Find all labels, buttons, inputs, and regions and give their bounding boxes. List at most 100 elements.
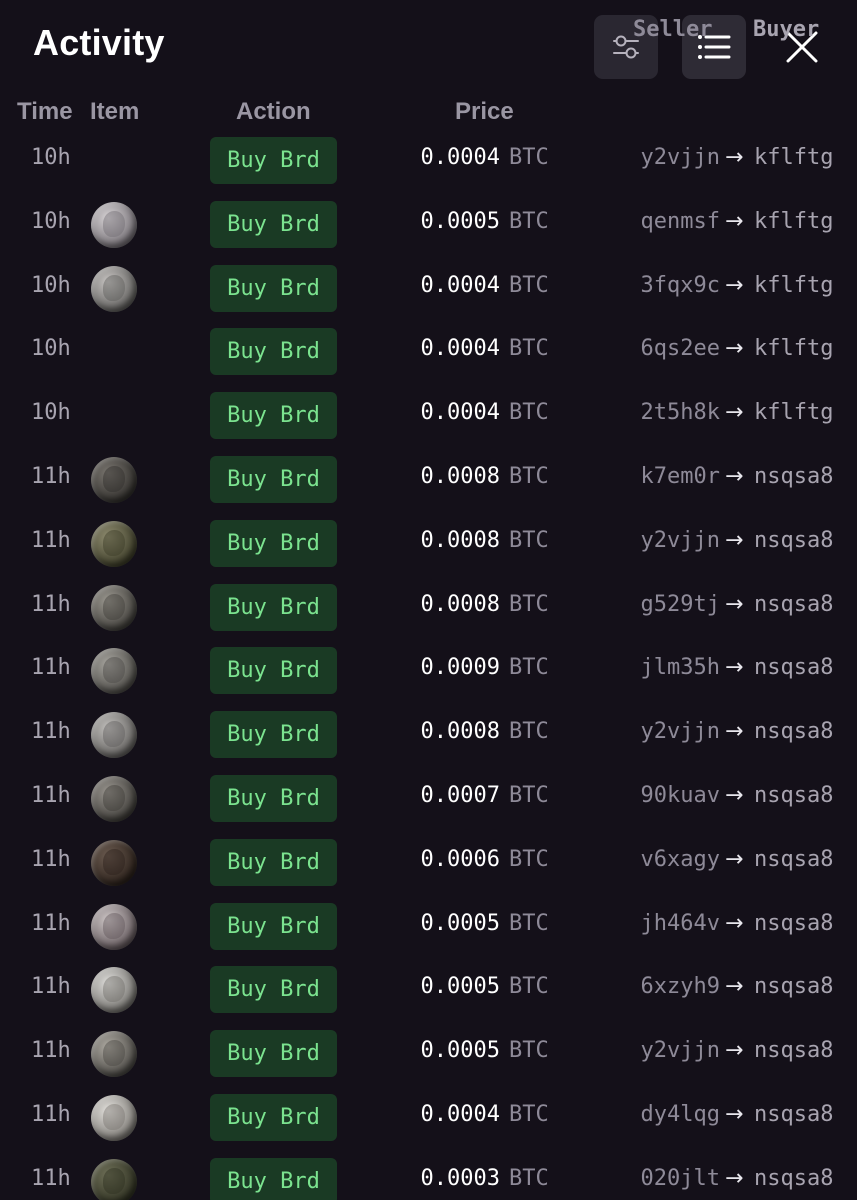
action-badge[interactable]: Buy Brd bbox=[210, 137, 337, 184]
coin-icon[interactable] bbox=[91, 1158, 137, 1200]
action-badge[interactable]: Buy Brd bbox=[210, 519, 337, 567]
table-row[interactable]: 11h Buy Brd 0.0005 BTC y2vjjn → nsqsa8 bbox=[0, 1021, 857, 1085]
table-row[interactable]: 11h Buy Brd 0.0009 BTC jlm35h → nsqsa8 bbox=[0, 638, 857, 702]
row-time: 11h bbox=[31, 719, 71, 745]
action-badge[interactable]: Buy Brd bbox=[210, 647, 337, 695]
coin-icon[interactable] bbox=[91, 712, 137, 759]
action-badge[interactable]: Buy Brd bbox=[210, 1030, 337, 1078]
action-badge[interactable]: Buy Brd bbox=[210, 902, 337, 950]
buyer-address[interactable]: kflftg bbox=[754, 145, 833, 170]
seller-address[interactable]: v6xagy bbox=[641, 847, 720, 872]
table-row[interactable]: 11h Buy Brd 0.0008 BTC y2vjjn → nsqsa8 bbox=[0, 511, 857, 575]
seller-address[interactable]: 2t5h8k bbox=[641, 400, 720, 425]
action-badge[interactable]: Buy Brd bbox=[210, 711, 337, 759]
buyer-address[interactable]: nsqsa8 bbox=[754, 1166, 833, 1191]
action-badge[interactable]: Buy Brd bbox=[210, 774, 337, 822]
action-badge[interactable]: Buy Brd bbox=[210, 264, 337, 312]
column-header-buyer[interactable]: Buyer bbox=[753, 17, 819, 42]
coin-icon[interactable] bbox=[91, 648, 137, 695]
seller-address[interactable]: y2vjjn bbox=[641, 145, 720, 170]
buyer-address[interactable]: nsqsa8 bbox=[754, 847, 833, 872]
coin-icon[interactable] bbox=[91, 967, 137, 1014]
seller-address[interactable]: 3fqx9c bbox=[641, 273, 720, 298]
table-row[interactable]: 10h Buy Brd 0.0004 BTC 6qs2ee → kflftg bbox=[0, 319, 857, 383]
table-row[interactable]: 11h Buy Brd 0.0004 BTC dy4lqg → nsqsa8 bbox=[0, 1085, 857, 1149]
seller-address[interactable]: jlm35h bbox=[641, 655, 720, 680]
table-row[interactable]: 10h Buy Brd 0.0004 BTC 3fqx9c → kflftg bbox=[0, 256, 857, 320]
coin-icon[interactable] bbox=[91, 456, 137, 503]
table-row[interactable]: 10h Buy Brd 0.0005 BTC qenmsf → kflftg bbox=[0, 192, 857, 256]
buyer-address[interactable]: nsqsa8 bbox=[754, 464, 833, 489]
buyer-address[interactable]: nsqsa8 bbox=[754, 783, 833, 808]
arrow-right-icon: → bbox=[725, 1165, 744, 1191]
seller-address[interactable]: y2vjjn bbox=[641, 719, 720, 744]
seller-address[interactable]: 90kuav bbox=[641, 783, 720, 808]
table-row[interactable]: 11h Buy Brd 0.0005 BTC 6xzyh9 → nsqsa8 bbox=[0, 957, 857, 1021]
seller-address[interactable]: y2vjjn bbox=[641, 528, 720, 553]
action-badge[interactable]: Buy Brd bbox=[210, 1157, 337, 1200]
coin-icon[interactable] bbox=[91, 520, 137, 567]
table-row[interactable]: 11h Buy Brd 0.0008 BTC y2vjjn → nsqsa8 bbox=[0, 702, 857, 766]
arrow-right-icon: → bbox=[725, 846, 744, 872]
buyer-address[interactable]: nsqsa8 bbox=[754, 1038, 833, 1063]
table-row[interactable]: 11h Buy Brd 0.0006 BTC v6xagy → nsqsa8 bbox=[0, 830, 857, 894]
seller-address[interactable]: 6qs2ee bbox=[641, 336, 720, 361]
action-badge[interactable]: Buy Brd bbox=[210, 838, 337, 886]
buyer-address[interactable]: nsqsa8 bbox=[754, 719, 833, 744]
price-unit: BTC bbox=[509, 208, 549, 234]
coin-icon[interactable] bbox=[91, 1094, 137, 1141]
table-row[interactable]: 10h Buy Brd 0.0004 BTC 2t5h8k → kflftg bbox=[0, 383, 857, 447]
buyer-address[interactable]: nsqsa8 bbox=[754, 911, 833, 936]
column-header-item[interactable]: Item bbox=[90, 98, 139, 126]
action-badge[interactable]: Buy Brd bbox=[210, 1093, 337, 1141]
price-value: 0.0003 bbox=[420, 1165, 500, 1191]
row-time: 11h bbox=[31, 974, 71, 1000]
seller-address[interactable]: 020jlt bbox=[641, 1166, 720, 1191]
column-header-time[interactable]: Time bbox=[17, 98, 73, 126]
table-row[interactable]: 11h Buy Brd 0.0003 BTC 020jlt → nsqsa8 bbox=[0, 1149, 857, 1200]
table-row[interactable]: 11h Buy Brd 0.0008 BTC k7em0r → nsqsa8 bbox=[0, 447, 857, 511]
action-badge[interactable]: Buy Brd bbox=[210, 583, 337, 631]
buyer-address[interactable]: kflftg bbox=[754, 209, 833, 234]
seller-address[interactable]: k7em0r bbox=[641, 464, 720, 489]
seller-address[interactable]: dy4lqg bbox=[641, 1102, 720, 1127]
seller-address[interactable]: g529tj bbox=[641, 592, 720, 617]
action-badge[interactable]: Buy Brd bbox=[210, 392, 337, 440]
price-value: 0.0005 bbox=[420, 208, 500, 234]
action-badge[interactable]: Buy Brd bbox=[210, 966, 337, 1014]
coin-icon[interactable] bbox=[91, 584, 137, 631]
buyer-address[interactable]: nsqsa8 bbox=[754, 655, 833, 680]
coin-icon[interactable] bbox=[91, 201, 137, 248]
buyer-address[interactable]: nsqsa8 bbox=[754, 528, 833, 553]
coin-icon[interactable] bbox=[91, 903, 137, 950]
column-header-price[interactable]: Price bbox=[455, 98, 514, 126]
row-time: 10h bbox=[31, 272, 71, 298]
buyer-address[interactable]: nsqsa8 bbox=[754, 1102, 833, 1127]
table-row[interactable]: 11h Buy Brd 0.0007 BTC 90kuav → nsqsa8 bbox=[0, 766, 857, 830]
table-row[interactable]: 11h Buy Brd 0.0005 BTC jh464v → nsqsa8 bbox=[0, 894, 857, 958]
price-unit: BTC bbox=[509, 1038, 549, 1064]
buyer-address[interactable]: nsqsa8 bbox=[754, 974, 833, 999]
table-row[interactable]: 11h Buy Brd 0.0008 BTC g529tj → nsqsa8 bbox=[0, 575, 857, 639]
table-row[interactable]: 10h Buy Brd 0.0004 BTC y2vjjn → kflftg bbox=[0, 128, 857, 192]
buyer-address[interactable]: kflftg bbox=[754, 336, 833, 361]
seller-address[interactable]: y2vjjn bbox=[641, 1038, 720, 1063]
action-badge[interactable]: Buy Brd bbox=[210, 455, 337, 503]
coin-icon[interactable] bbox=[91, 1031, 137, 1078]
price-value: 0.0004 bbox=[420, 400, 500, 426]
coin-icon[interactable] bbox=[91, 775, 137, 822]
column-header-action[interactable]: Action bbox=[236, 98, 311, 126]
price-value: 0.0004 bbox=[420, 1101, 500, 1127]
seller-address[interactable]: qenmsf bbox=[641, 209, 720, 234]
row-time: 11h bbox=[31, 1038, 71, 1064]
action-badge[interactable]: Buy Brd bbox=[210, 328, 337, 376]
seller-address[interactable]: 6xzyh9 bbox=[641, 974, 720, 999]
coin-icon[interactable] bbox=[91, 265, 137, 312]
buyer-address[interactable]: kflftg bbox=[754, 273, 833, 298]
buyer-address[interactable]: kflftg bbox=[754, 400, 833, 425]
action-badge[interactable]: Buy Brd bbox=[210, 200, 337, 248]
column-header-seller[interactable]: Seller bbox=[633, 17, 720, 42]
coin-icon[interactable] bbox=[91, 839, 137, 886]
buyer-address[interactable]: nsqsa8 bbox=[754, 592, 833, 617]
seller-address[interactable]: jh464v bbox=[641, 911, 720, 936]
